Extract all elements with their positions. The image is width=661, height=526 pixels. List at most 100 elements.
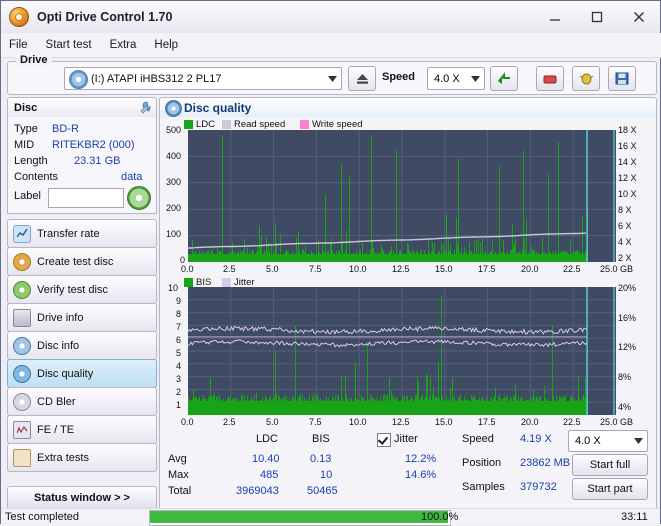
top-xtick-0: 0.0	[181, 264, 194, 274]
start-part-button[interactable]: Start part	[572, 478, 648, 500]
top-y2tick-18x: 18 X	[618, 125, 637, 135]
bot-xtick-2.5: 2.5	[223, 417, 236, 427]
start-full-button[interactable]: Start full	[572, 454, 648, 476]
top-ytick-200: 200	[166, 203, 182, 213]
drive-select[interactable]: (I:) ATAPI iHBS312 2 PL17	[64, 67, 342, 90]
bot-y2tick-16: 16%	[618, 313, 637, 323]
result-position-value: 23862 MB	[520, 457, 571, 469]
wrench-icon[interactable]	[138, 100, 152, 117]
disc-length-value: 23.31 GB	[74, 155, 121, 167]
disc-type-value: BD-R	[52, 123, 79, 135]
minimize-icon[interactable]	[534, 1, 576, 33]
top-xtick-10: 10.0	[349, 264, 367, 274]
progress-percent-text: 100.0%	[421, 511, 459, 523]
sidebar-item-transfer-rate[interactable]: Transfer rate	[7, 219, 157, 248]
legend-swatch-ldc	[184, 120, 193, 129]
bot-y2tick-20: 20%	[618, 283, 637, 293]
menu-extra[interactable]: Extra	[110, 39, 137, 51]
bot-xtick-22.5: 22.5	[563, 417, 581, 427]
stats-row-total-label: Total	[168, 485, 192, 497]
drive-icon	[13, 308, 31, 327]
top-xtick-25: 25.0 GB	[600, 264, 634, 274]
stats-max-ldc: 485	[260, 469, 279, 481]
chevron-down-icon[interactable]	[467, 69, 484, 88]
stats-total-ldc: 3969043	[236, 485, 279, 497]
disc-quality-header: Disc quality	[159, 97, 657, 119]
stats-col-ldc: LDC	[256, 433, 279, 445]
disc-mid-label: MID	[14, 139, 35, 151]
window-controls	[534, 1, 660, 33]
bot-xtick-12.5: 12.5	[392, 417, 410, 427]
sidebar-item-extra-tests[interactable]: Extra tests	[7, 443, 157, 472]
result-samples-label: Samples	[462, 481, 505, 493]
sidebar-item-verify-test-disc[interactable]: Verify test disc	[7, 275, 157, 304]
app-icon	[9, 7, 29, 27]
eject-button[interactable]	[348, 66, 376, 91]
disc-icon	[69, 70, 88, 89]
extra-icon	[13, 448, 31, 467]
legend-label-read-speed: Read speed	[234, 119, 286, 130]
legend-swatch-jitter	[222, 278, 231, 287]
disc-label-input[interactable]	[48, 188, 124, 208]
speed-select[interactable]: 4.0 X	[427, 67, 485, 90]
result-speed-select-value: 4.0 X	[575, 435, 601, 447]
menu-start-test[interactable]: Start test	[46, 39, 92, 51]
save-button[interactable]	[608, 66, 636, 91]
close-icon[interactable]	[618, 1, 660, 33]
menu-file[interactable]: File	[9, 39, 28, 51]
sidebar-item-disc-info[interactable]: Disc info	[7, 331, 157, 360]
top-y2tick-14x: 14 X	[618, 157, 637, 167]
title-bar: Opti Drive Control 1.70	[1, 1, 660, 34]
refresh-disc-icon[interactable]	[127, 186, 151, 210]
elapsed-time: 33:11	[621, 511, 648, 523]
sidebar-item-disc-quality[interactable]: Disc quality	[7, 359, 157, 388]
bug-button[interactable]	[572, 66, 600, 91]
top-y2tick-8x: 8 X	[618, 205, 632, 215]
maximize-icon[interactable]	[576, 1, 618, 33]
status-message: Test completed	[5, 511, 79, 523]
bot-ytick-7: 7	[176, 322, 182, 332]
sidebar-label: FE / TE	[37, 423, 75, 436]
cd-bler-icon	[13, 392, 31, 411]
chevron-down-icon[interactable]	[324, 69, 341, 88]
disc-contents-value: data	[121, 171, 143, 183]
top-y2tick-2x: 2 X	[618, 253, 632, 263]
bottom-chart-plot	[188, 287, 616, 415]
disc-quality-icon	[165, 100, 182, 117]
sidebar-label: Drive info	[37, 311, 84, 324]
refresh-button[interactable]	[490, 66, 518, 91]
disc-length-label: Length	[14, 155, 48, 167]
chart-icon	[13, 224, 31, 243]
stats-row-max-label: Max	[168, 469, 189, 481]
disc-mid-value: RITEKBR2 (000)	[52, 139, 135, 151]
sidebar-item-cd-bler[interactable]: CD Bler	[7, 387, 157, 416]
chevron-down-icon[interactable]	[630, 432, 647, 451]
stats-avg-bis: 0.13	[310, 453, 332, 465]
stats-total-bis: 50465	[307, 485, 338, 497]
menu-help[interactable]: Help	[154, 39, 178, 51]
disc-info-icon	[13, 336, 31, 355]
quality-icon	[13, 364, 31, 383]
stats-row-avg-label: Avg	[168, 453, 187, 465]
legend-swatch-write-speed	[300, 120, 309, 129]
status-window-button[interactable]: Status window > >	[7, 486, 157, 510]
speed-label: Speed	[382, 71, 416, 83]
disc-quality-body: LDC Read speed Write speed 500 400 300 2…	[159, 117, 657, 509]
legend-swatch-bis	[184, 278, 193, 287]
sidebar-item-drive-info[interactable]: Drive info	[7, 303, 157, 332]
sidebar-item-create-test-disc[interactable]: Create test disc	[7, 247, 157, 276]
speed-select-value: 4.0 X	[434, 72, 460, 85]
sidebar-label: Extra tests	[37, 451, 89, 464]
drive-group: Drive (I:) ATAPI iHBS312 2 PL17 Speed 4.…	[7, 54, 657, 95]
bot-xtick-15: 15.0	[435, 417, 453, 427]
result-position-label: Position	[462, 457, 502, 469]
top-y2tick-4x: 4 X	[618, 237, 632, 247]
eraser-button[interactable]	[536, 66, 564, 91]
result-speed-select[interactable]: 4.0 X	[568, 430, 648, 452]
jitter-checkbox[interactable]	[377, 433, 391, 447]
progress-fill	[150, 511, 448, 523]
sidebar-label: Verify test disc	[37, 283, 108, 296]
disc-panel-body: Type BD-R MID RITEKBR2 (000) Length 23.3…	[7, 117, 157, 214]
sidebar-item-fe-te[interactable]: FE / TE	[7, 415, 157, 444]
bot-ytick-1: 1	[176, 400, 182, 410]
